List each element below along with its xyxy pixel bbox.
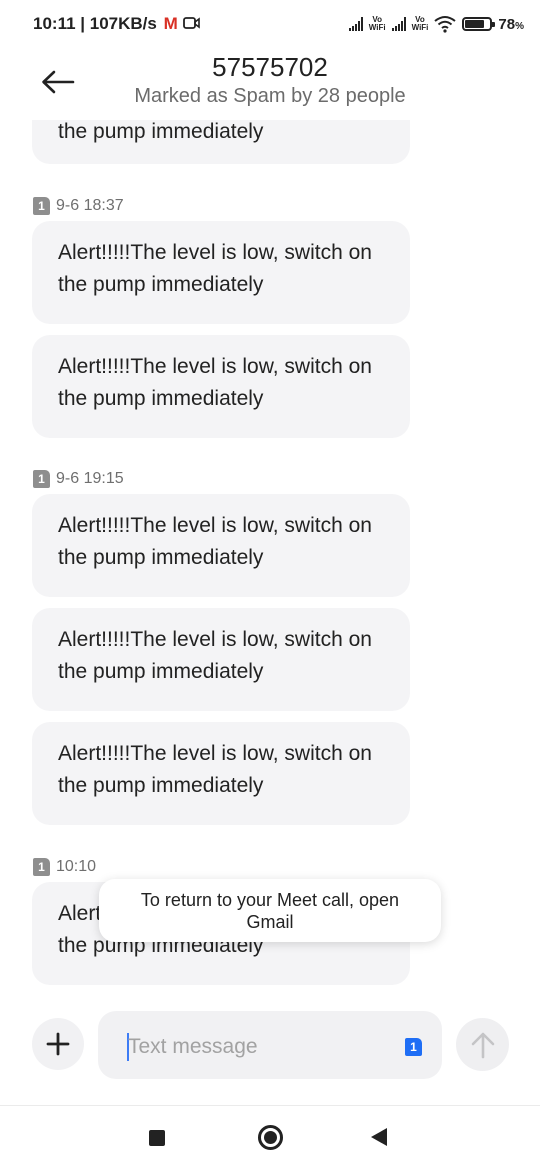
- home-icon: [264, 1131, 277, 1144]
- message-bubble[interactable]: Alert!!!!!The level is low, switch on th…: [32, 335, 410, 438]
- status-time: 10:11 | 107KB/s M: [33, 14, 201, 34]
- message-bubble[interactable]: Alert!!!!!The level is low, switch on th…: [32, 608, 410, 711]
- recents-button[interactable]: [149, 1130, 165, 1146]
- message-text: Alert!!!!!The level is low, switch on th…: [58, 241, 372, 296]
- message-input[interactable]: Text message 1: [98, 1011, 442, 1079]
- spam-notice: Marked as Spam by 28 people: [134, 85, 406, 107]
- vowifi-icon-2: Vo WiFi: [411, 15, 429, 32]
- message-text: Alert!!!!!The level is low, switch on th…: [58, 514, 372, 569]
- gmail-icon: M: [163, 14, 178, 33]
- clock: 10:11: [33, 14, 76, 33]
- battery-percent: 78%: [498, 15, 524, 33]
- message-composer: Text message 1: [0, 1000, 540, 1104]
- video-call-icon: [182, 17, 200, 29]
- message-bubble[interactable]: Alert!!!!!The level is low, switch on th…: [32, 221, 410, 324]
- timestamp-text: 9-6 18:37: [56, 197, 124, 214]
- sim-badge: 1: [33, 197, 50, 215]
- send-arrow-icon: [471, 1032, 494, 1058]
- timestamp-text: 9-6 19:15: [56, 470, 124, 487]
- message-input-placeholder: Text message: [128, 1035, 258, 1058]
- message-timestamp: 1 9-6 19:15: [33, 470, 124, 488]
- vowifi-icon-1: Vo WiFi: [368, 15, 386, 32]
- timestamp-text: 10:10: [56, 858, 97, 875]
- status-bar: 10:11 | 107KB/s M Vo WiFi Vo WiFi 78%: [0, 0, 540, 48]
- system-nav-bar: [0, 1106, 540, 1170]
- home-button[interactable]: [258, 1125, 283, 1150]
- message-text: Alert!!!!!The level is low, switch on th…: [58, 742, 372, 797]
- message-bubble[interactable]: Alert!!!!!The level is low, switch on th…: [32, 722, 410, 825]
- contact-number[interactable]: 57575702: [0, 52, 540, 83]
- meet-call-toast: To return to your Meet call, open Gmail: [99, 879, 441, 942]
- conversation-header: 57575702 Marked as Spam by 28 people: [0, 48, 540, 120]
- sim-badge: 1: [33, 470, 50, 488]
- nav-back-button[interactable]: [371, 1128, 387, 1146]
- message-text: Alert!!!!!The level is low, switch on th…: [58, 355, 372, 410]
- message-text: the pump immediately: [58, 120, 264, 143]
- wifi-icon: [434, 16, 457, 33]
- signal-icon-2: [391, 17, 406, 31]
- message-bubble[interactable]: Alert!!!!!The level is low, switch on th…: [32, 494, 410, 597]
- message-bubble[interactable]: the pump immediately: [32, 120, 410, 164]
- toast-text: To return to your Meet call, open Gmail: [140, 889, 400, 932]
- message-text: Alert!!!!!The level is low, switch on th…: [58, 628, 372, 683]
- network-speed: 107KB/s: [89, 14, 157, 33]
- send-button[interactable]: [456, 1018, 509, 1071]
- status-icons: Vo WiFi Vo WiFi 78%: [348, 12, 524, 36]
- message-timestamp: 1 9-6 18:37: [33, 197, 124, 215]
- message-timestamp: 1 10:10: [33, 858, 96, 876]
- signal-icon-1: [348, 17, 363, 31]
- sim-badge: 1: [33, 858, 50, 876]
- plus-icon: [46, 1032, 70, 1056]
- battery-icon: [462, 17, 496, 31]
- attach-button[interactable]: [32, 1018, 84, 1070]
- message-list[interactable]: the pump immediately 1 9-6 18:37 Alert!!…: [0, 120, 540, 1000]
- sim-selector[interactable]: 1: [405, 1038, 422, 1056]
